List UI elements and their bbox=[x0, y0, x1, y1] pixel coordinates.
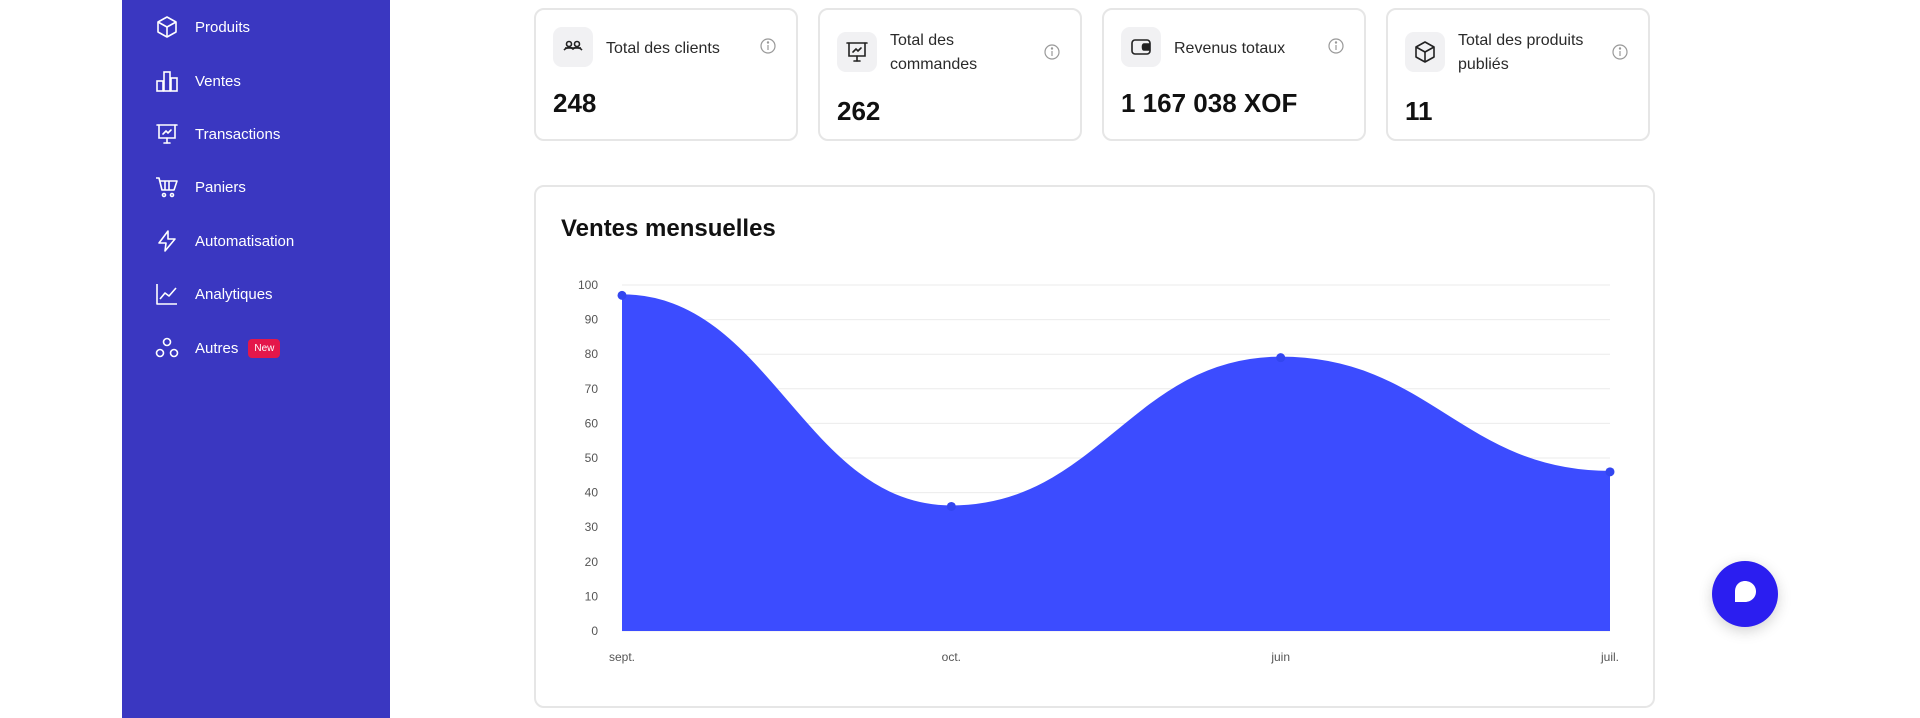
wallet-icon bbox=[1121, 27, 1161, 67]
stat-card-title-line1: Total des bbox=[890, 32, 955, 49]
info-icon[interactable] bbox=[1328, 38, 1344, 54]
users-icon bbox=[553, 27, 593, 67]
stat-card-title: Revenus totaux bbox=[1174, 40, 1286, 57]
info-icon[interactable] bbox=[760, 38, 776, 54]
stat-card-produits: Total des produits publiés 11 bbox=[1386, 8, 1650, 141]
stat-card-title-line2: commandes bbox=[890, 56, 978, 73]
sidebar-item-label: Produits bbox=[195, 18, 251, 36]
x-tick-label: juin bbox=[1270, 650, 1290, 664]
info-icon[interactable] bbox=[1044, 44, 1060, 60]
info-icon[interactable] bbox=[1612, 44, 1628, 60]
stat-card-title-line2: publiés bbox=[1458, 56, 1509, 73]
bar-chart-icon bbox=[154, 68, 180, 94]
sidebar-item-paniers[interactable]: Paniers bbox=[154, 171, 246, 203]
sidebar-item-analytiques[interactable]: Analytiques bbox=[154, 278, 273, 310]
y-tick-label: 60 bbox=[585, 416, 599, 430]
sidebar-item-autres[interactable]: Autres New bbox=[154, 332, 281, 364]
x-tick-label: sept. bbox=[609, 650, 635, 664]
y-tick-label: 50 bbox=[585, 451, 599, 465]
sales-area bbox=[622, 295, 1610, 631]
chat-bubble-icon bbox=[1731, 578, 1759, 611]
data-point[interactable] bbox=[946, 501, 956, 511]
sidebar-item-automatisation[interactable]: Automatisation bbox=[154, 225, 294, 257]
stat-card-value: 248 bbox=[553, 88, 597, 118]
presentation-icon bbox=[154, 121, 180, 147]
stat-card-value: 1 167 038 XOF bbox=[1121, 88, 1298, 118]
data-point[interactable] bbox=[1276, 353, 1286, 363]
box-icon bbox=[154, 14, 180, 40]
sidebar-item-produits[interactable]: Produits bbox=[154, 11, 250, 43]
stat-card-commandes: Total des commandes 262 bbox=[818, 8, 1082, 141]
cart-icon bbox=[154, 174, 180, 200]
y-tick-label: 90 bbox=[585, 313, 599, 327]
stat-card-value: 11 bbox=[1405, 96, 1433, 126]
sidebar-item-label: Transactions bbox=[195, 125, 281, 143]
new-badge: New bbox=[248, 338, 281, 358]
y-tick-label: 70 bbox=[585, 382, 599, 396]
sidebar-item-label: Paniers bbox=[195, 178, 246, 196]
stat-card-revenus: Revenus totaux 1 167 038 XOF bbox=[1102, 8, 1366, 141]
y-tick-label: 20 bbox=[585, 555, 599, 569]
stat-card-title: Total des clients bbox=[606, 40, 720, 57]
monthly-sales-card: Ventes mensuelles 0 10 20 30 40 50 60 70 80 90 100… bbox=[534, 185, 1655, 708]
monthly-sales-chart: 0 10 20 30 40 50 60 70 80 90 100 sept. oct. juin juil. bbox=[578, 278, 1619, 664]
y-tick-label: 40 bbox=[585, 486, 599, 500]
y-tick-label: 100 bbox=[578, 278, 598, 292]
sidebar-item-label: Analytiques bbox=[195, 285, 273, 303]
data-point[interactable] bbox=[1605, 467, 1615, 477]
sidebar-item-label: Ventes bbox=[195, 72, 241, 90]
sidebar-item-label: Autres bbox=[195, 339, 239, 357]
stat-card-value: 262 bbox=[837, 96, 881, 126]
sidebar: Produits Ventes Transactions Paniers Aut… bbox=[122, 0, 390, 718]
y-tick-label: 30 bbox=[585, 520, 599, 534]
sidebar-item-ventes[interactable]: Ventes bbox=[154, 65, 241, 97]
y-tick-label: 80 bbox=[585, 347, 599, 361]
box-icon bbox=[1405, 32, 1445, 72]
sidebar-item-label: Automatisation bbox=[195, 232, 295, 250]
chat-button[interactable] bbox=[1712, 561, 1778, 627]
x-tick-label: oct. bbox=[942, 650, 961, 664]
circles-icon bbox=[154, 335, 180, 361]
stat-card-clients: Total des clients 248 bbox=[534, 8, 798, 141]
lightning-icon bbox=[154, 228, 180, 254]
presentation-icon bbox=[837, 32, 877, 72]
y-tick-label: 10 bbox=[585, 589, 599, 603]
data-point[interactable] bbox=[617, 290, 627, 300]
line-chart-icon bbox=[154, 281, 180, 307]
stat-card-title-line1: Total des produits bbox=[1458, 32, 1584, 49]
sidebar-item-transactions[interactable]: Transactions bbox=[154, 118, 280, 150]
y-tick-label: 0 bbox=[591, 624, 598, 638]
x-tick-label: juil. bbox=[1600, 650, 1619, 664]
